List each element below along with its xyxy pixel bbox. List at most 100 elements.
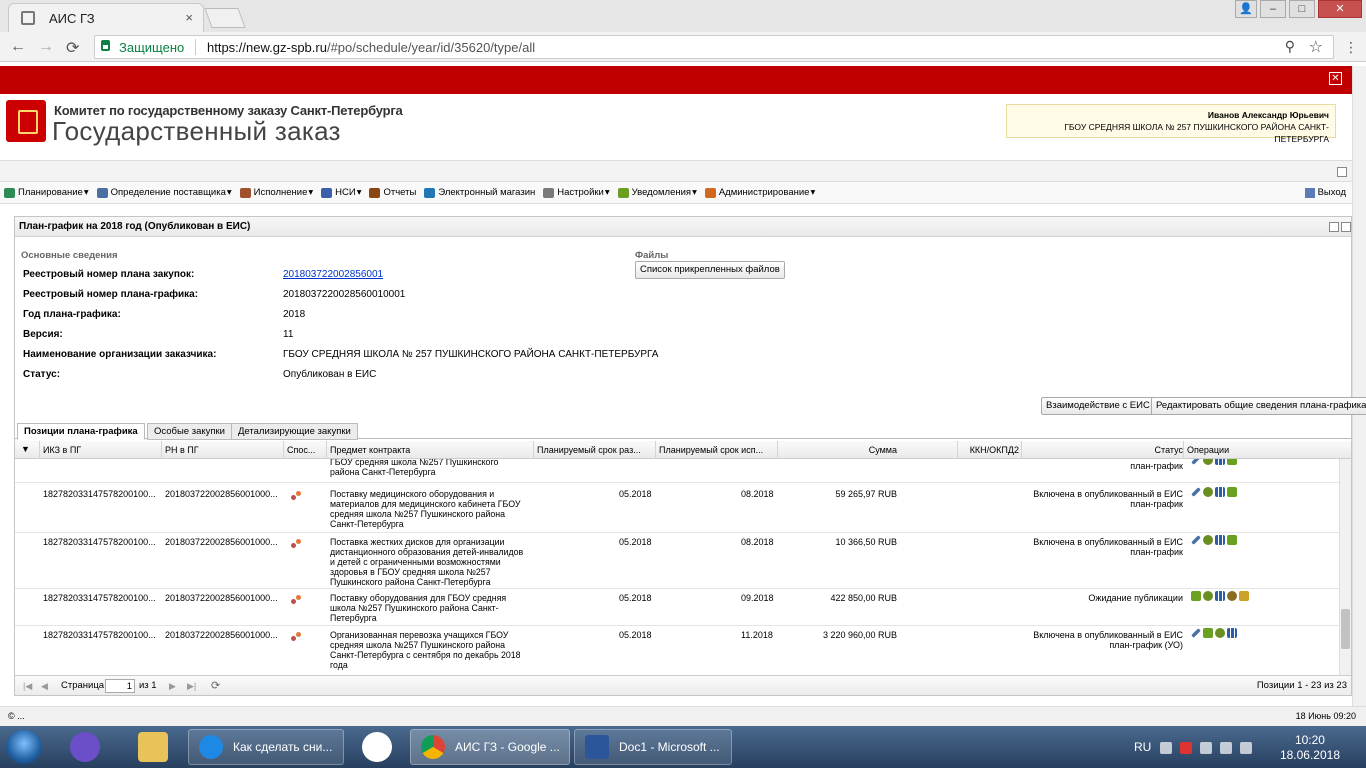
new-tab-button[interactable] bbox=[204, 8, 246, 28]
back-icon[interactable]: ← bbox=[10, 38, 26, 56]
menu-item-8[interactable]: Администрирование ▾ bbox=[704, 187, 815, 198]
column-separator[interactable] bbox=[655, 441, 656, 459]
column-header[interactable]: ККН/ОКПД2 bbox=[970, 445, 1019, 455]
grid-scroll-thumb[interactable] bbox=[1341, 609, 1350, 649]
bookmark-star-icon[interactable]: ☆ bbox=[1309, 37, 1323, 57]
edit-icon[interactable] bbox=[1191, 628, 1201, 638]
column-separator[interactable] bbox=[777, 441, 778, 459]
settings-icon[interactable] bbox=[1203, 459, 1213, 465]
reload-icon[interactable]: ⟳ bbox=[66, 38, 79, 58]
language-indicator[interactable]: RU bbox=[1134, 740, 1151, 754]
first-page-icon[interactable]: |◀ bbox=[23, 681, 32, 692]
voice-assistant-icon[interactable] bbox=[70, 732, 100, 762]
table-row[interactable]: 182782033147578200100... 2018037220028560… bbox=[15, 485, 1339, 533]
volume-icon[interactable] bbox=[1220, 742, 1232, 754]
menu-item-0[interactable]: Планирование ▾ bbox=[4, 187, 89, 198]
approve-icon[interactable] bbox=[1203, 628, 1213, 638]
tab-detailed-purchases[interactable]: Детализирующие закупки bbox=[231, 423, 358, 440]
menu-item-7[interactable]: Уведомления ▾ bbox=[617, 187, 697, 198]
window-close-button[interactable]: ✕ bbox=[1318, 0, 1362, 18]
zoom-icon[interactable]: ⚲ bbox=[1285, 38, 1295, 55]
prev-page-icon[interactable]: ◀ bbox=[41, 681, 48, 692]
maximize-button[interactable]: □ bbox=[1289, 0, 1315, 18]
close-banner-icon[interactable]: ✕ bbox=[1329, 72, 1342, 85]
column-header[interactable]: ИКЗ в ПГ bbox=[43, 445, 81, 455]
taskbar-ie[interactable]: Как сделать сни... bbox=[188, 729, 344, 765]
panel-refresh-icon[interactable] bbox=[1341, 222, 1351, 232]
settings-icon[interactable] bbox=[1203, 535, 1213, 545]
last-page-icon[interactable]: ▶| bbox=[187, 681, 196, 692]
chart-icon[interactable] bbox=[1215, 591, 1225, 601]
exit-button[interactable]: Выход bbox=[1304, 187, 1346, 198]
signal-icon[interactable] bbox=[1240, 742, 1252, 754]
page-scrollbar[interactable] bbox=[1352, 66, 1366, 706]
column-header[interactable]: Планируемый срок исп... bbox=[659, 445, 763, 455]
panel-collapse-icon[interactable] bbox=[1329, 222, 1339, 232]
table-row[interactable]: 182782033147578200100... 2018037220028560… bbox=[15, 626, 1339, 675]
menu-item-3[interactable]: НСИ ▾ bbox=[321, 187, 361, 198]
attached-files-button[interactable]: Список прикрепленных файлов bbox=[635, 261, 785, 279]
column-separator[interactable] bbox=[1183, 441, 1184, 459]
column-separator[interactable] bbox=[283, 441, 284, 459]
column-separator[interactable] bbox=[533, 441, 534, 459]
settings-icon[interactable] bbox=[1203, 591, 1213, 601]
browser-menu-icon[interactable]: ⋮ bbox=[1344, 39, 1358, 56]
column-separator[interactable] bbox=[326, 441, 327, 459]
eis-interaction-button[interactable]: Взаимодействие с ЕИС bbox=[1041, 397, 1155, 415]
file-explorer-icon[interactable] bbox=[138, 732, 168, 762]
taskbar-word[interactable]: Doc1 - Microsoft ... bbox=[574, 729, 732, 765]
forward-icon[interactable]: → bbox=[38, 38, 54, 56]
document-icon[interactable] bbox=[1239, 591, 1249, 601]
clock[interactable]: 10:20 18.06.2018 bbox=[1280, 733, 1340, 763]
table-row[interactable]: 182782033147578200100... 2018037220028560… bbox=[15, 533, 1339, 589]
tray-expand-icon[interactable] bbox=[1160, 742, 1172, 754]
column-separator[interactable] bbox=[39, 441, 40, 459]
collapse-header-button[interactable] bbox=[1337, 167, 1347, 177]
column-header[interactable]: Планируемый срок раз... bbox=[537, 445, 641, 455]
column-header[interactable]: Сумма bbox=[869, 445, 897, 455]
publish-icon[interactable] bbox=[1227, 591, 1237, 601]
chart-icon[interactable] bbox=[1215, 459, 1225, 465]
start-button[interactable] bbox=[6, 730, 42, 764]
yandex-icon[interactable] bbox=[362, 732, 392, 762]
edit-icon[interactable] bbox=[1191, 459, 1201, 465]
tab-special-purchases[interactable]: Особые закупки bbox=[147, 423, 232, 440]
table-row-partial[interactable]: ГБОУ средняя школа №257 Пушкинского райо… bbox=[15, 459, 1339, 483]
approve-icon[interactable] bbox=[1191, 591, 1201, 601]
column-separator[interactable] bbox=[161, 441, 162, 459]
column-header[interactable]: Предмет контракта bbox=[330, 445, 410, 455]
filter-icon[interactable]: ▼ bbox=[21, 444, 30, 454]
browser-tab[interactable]: АИС ГЗ × bbox=[8, 3, 204, 32]
address-bar[interactable]: Защищено https://new.gz-spb.ru/#po/sched… bbox=[94, 35, 1334, 59]
refresh-icon[interactable]: ⟳ bbox=[211, 679, 220, 692]
chart-icon[interactable] bbox=[1215, 487, 1225, 497]
menu-item-5[interactable]: Электронный магазин bbox=[424, 187, 535, 198]
tab-positions[interactable]: Позиции плана-графика bbox=[17, 423, 145, 440]
settings-icon[interactable] bbox=[1203, 487, 1213, 497]
edit-icon[interactable] bbox=[1191, 535, 1201, 545]
approve-icon[interactable] bbox=[1227, 535, 1237, 545]
chart-icon[interactable] bbox=[1227, 628, 1237, 638]
url-text[interactable]: https://new.gz-spb.ru/#po/schedule/year/… bbox=[207, 40, 535, 55]
column-header[interactable]: РН в ПГ bbox=[165, 445, 199, 455]
column-separator[interactable] bbox=[1021, 441, 1022, 459]
settings-icon[interactable] bbox=[1215, 628, 1225, 638]
network-icon[interactable] bbox=[1180, 742, 1192, 754]
menu-item-2[interactable]: Исполнение ▾ bbox=[239, 187, 313, 198]
menu-item-4[interactable]: Отчеты bbox=[369, 187, 416, 198]
next-page-icon[interactable]: ▶ bbox=[169, 681, 176, 692]
menu-item-6[interactable]: Настройки ▾ bbox=[543, 187, 610, 198]
column-header[interactable]: Статус bbox=[1155, 445, 1183, 455]
minimize-button[interactable]: – bbox=[1260, 0, 1286, 18]
approve-icon[interactable] bbox=[1227, 487, 1237, 497]
profile-icon[interactable]: 👤 bbox=[1235, 0, 1257, 18]
chart-icon[interactable] bbox=[1215, 535, 1225, 545]
menu-item-1[interactable]: Определение поставщика ▾ bbox=[96, 187, 232, 198]
column-header[interactable]: Спос... bbox=[287, 445, 315, 455]
tab-close-icon[interactable]: × bbox=[185, 10, 193, 25]
edit-icon[interactable] bbox=[1191, 487, 1201, 497]
device-icon[interactable] bbox=[1200, 742, 1212, 754]
page-input[interactable] bbox=[105, 679, 135, 693]
column-header[interactable]: Операции bbox=[1187, 445, 1229, 455]
field-value[interactable]: 201803722002856001 bbox=[283, 269, 383, 280]
